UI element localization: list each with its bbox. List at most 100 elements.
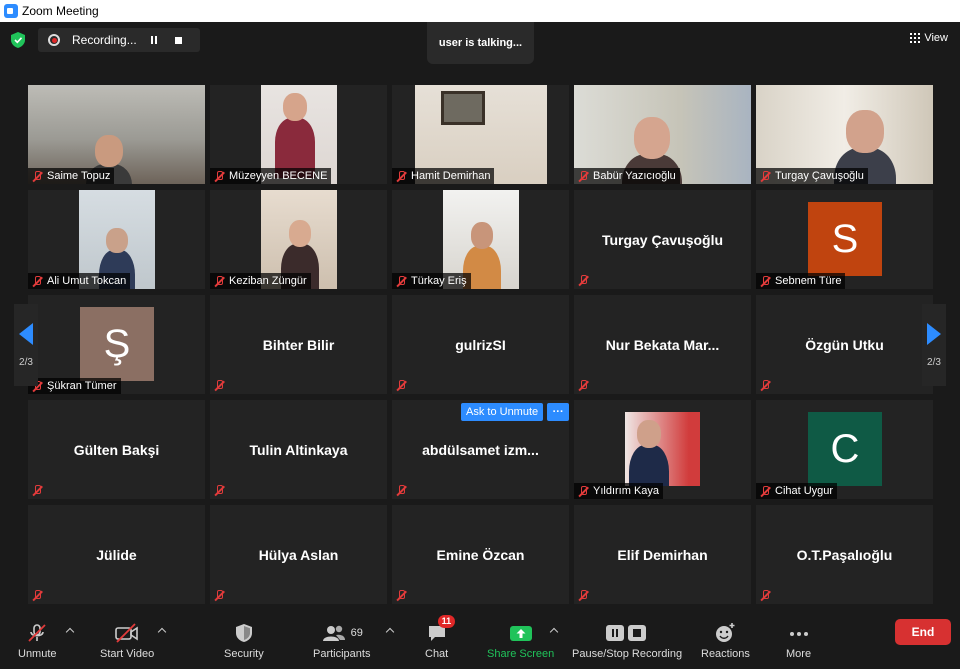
muted-mic-icon (31, 589, 43, 601)
participant-tile[interactable]: Ş Şükran Tümer (28, 295, 205, 394)
participant-tile[interactable]: S Sebnem Türe (756, 190, 933, 289)
participant-tile[interactable]: Jülide (28, 505, 205, 604)
participant-name-center: Turgay Çavuşoğlu (601, 231, 724, 248)
next-page-button[interactable]: 2/3 (922, 304, 946, 386)
participant-tile[interactable]: Özgün Utku (756, 295, 933, 394)
reactions-icon (716, 623, 735, 642)
view-button[interactable]: View (910, 32, 948, 44)
participant-tile[interactable]: Yıldırım Kaya (574, 400, 751, 499)
participant-name-bar: Yıldırım Kaya (574, 483, 664, 499)
muted-mic-icon (213, 589, 225, 601)
participant-tile[interactable]: Bihter Bilir (210, 295, 387, 394)
participant-tile[interactable]: gulrizSI (392, 295, 569, 394)
participant-name-bar: Ali Umut Tokcan (28, 273, 131, 289)
encryption-shield-icon[interactable] (11, 32, 25, 48)
participant-tile[interactable]: Turgay Çavuşoğlu (756, 85, 933, 184)
participant-tile[interactable]: Gülten Bakşi (28, 400, 205, 499)
participants-options-caret-icon[interactable] (386, 627, 394, 635)
participant-name-center: O.T.Paşalıoğlu (796, 546, 893, 563)
muted-mic-icon (395, 170, 407, 182)
reactions-label: Reactions (701, 648, 750, 660)
participant-name-center: Elif Demirhan (617, 546, 708, 563)
participant-name-bar: Müzeyyen BECENE (210, 168, 332, 184)
participant-name-center: Tulin Altinkaya (249, 441, 348, 458)
participant-tile[interactable]: Babür Yazıcıoğlu (574, 85, 751, 184)
participant-avatar: S (808, 202, 882, 276)
security-button[interactable]: Security (224, 621, 264, 665)
participant-name-center: Emine Özcan (436, 546, 525, 563)
participant-tile[interactable]: Elif Demirhan (574, 505, 751, 604)
tile-more-button[interactable]: ··· (547, 403, 570, 421)
share-options-caret-icon[interactable] (550, 627, 558, 635)
pause-stop-recording-button[interactable]: Pause/Stop Recording (572, 621, 682, 665)
participant-name-bar: Şükran Tümer (28, 378, 121, 394)
muted-mic-icon (577, 485, 589, 497)
muted-mic-icon (759, 485, 771, 497)
participant-tile[interactable]: Turgay Çavuşoğlu (574, 190, 751, 289)
muted-mic-icon (213, 170, 225, 182)
participant-name: Sebnem Türe (775, 275, 842, 287)
muted-mic-icon (577, 379, 589, 391)
security-label: Security (224, 648, 264, 660)
muted-mic-icon (759, 379, 771, 391)
participants-button[interactable]: 69 Participants (313, 621, 370, 665)
share-screen-button[interactable]: Share Screen (487, 621, 554, 665)
reactions-button[interactable]: Reactions (701, 621, 750, 665)
participant-tile[interactable]: Nur Bekata Mar... (574, 295, 751, 394)
active-speaker-notice: user is talking... (427, 22, 534, 64)
muted-mic-icon (395, 589, 407, 601)
stop-recording-icon[interactable] (168, 30, 188, 50)
participant-avatar: C (808, 412, 882, 486)
more-button[interactable]: More (786, 621, 811, 665)
participant-tile[interactable]: C Cihat Uygur (756, 400, 933, 499)
arrow-right-icon (927, 322, 941, 345)
participant-name-bar: Babür Yazıcıoğlu (574, 168, 680, 184)
participant-name: Keziban Züngür (229, 275, 307, 287)
participant-tile[interactable]: Ali Umut Tokcan (28, 190, 205, 289)
participant-tile[interactable]: Hamit Demirhan (392, 85, 569, 184)
participant-name: Turgay Çavuşoğlu (775, 170, 864, 182)
participant-tile[interactable]: Hülya Aslan (210, 505, 387, 604)
participant-tile[interactable]: Türkay Eriş (392, 190, 569, 289)
unmute-label: Unmute (18, 648, 57, 660)
view-label: View (924, 32, 948, 44)
muted-mic-icon (577, 274, 589, 286)
participant-tile[interactable]: Keziban Züngür (210, 190, 387, 289)
microphone-muted-icon (28, 624, 46, 642)
participant-name-bar: Cihat Uygur (756, 483, 838, 499)
muted-mic-icon (577, 170, 589, 182)
pause-recording-icon[interactable] (144, 30, 164, 50)
muted-mic-icon (213, 275, 225, 287)
participant-name: Yıldırım Kaya (593, 485, 660, 497)
participant-name-center: Özgün Utku (805, 336, 884, 353)
participant-name: Saime Topuz (47, 170, 111, 182)
unmute-button[interactable]: Unmute (18, 621, 57, 665)
participant-tile[interactable]: Emine Özcan (392, 505, 569, 604)
participant-tile[interactable]: Müzeyyen BECENE (210, 85, 387, 184)
end-meeting-button[interactable]: End (895, 619, 951, 645)
participant-tile[interactable]: Saime Topuz (28, 85, 205, 184)
participant-name: Cihat Uygur (775, 485, 834, 497)
window-title: Zoom Meeting (22, 4, 99, 18)
pause-stop-recording-label: Pause/Stop Recording (572, 648, 683, 660)
participant-name-bar: Sebnem Türe (756, 273, 846, 289)
zoom-logo-icon (4, 4, 18, 18)
audio-options-caret-icon[interactable] (66, 627, 74, 635)
start-video-button[interactable]: Start Video (100, 621, 154, 665)
ask-to-unmute-button[interactable]: Ask to Unmute (461, 403, 544, 421)
video-options-caret-icon[interactable] (158, 627, 166, 635)
muted-mic-icon (759, 170, 771, 182)
participants-icon (322, 625, 345, 641)
muted-mic-icon (577, 589, 589, 601)
muted-mic-icon (31, 275, 43, 287)
participant-tile[interactable]: O.T.Paşalıoğlu (756, 505, 933, 604)
participant-name: Müzeyyen BECENE (229, 170, 328, 182)
participant-name-center: Gülten Bakşi (73, 441, 160, 458)
muted-mic-icon (213, 484, 225, 496)
meeting-toolbar: Unmute Start Video Security 69 Participa… (0, 613, 960, 669)
chat-button[interactable]: 11 Chat (425, 615, 456, 665)
participant-tile[interactable]: Tulin Altinkaya (210, 400, 387, 499)
previous-page-button[interactable]: 2/3 (14, 304, 38, 386)
participant-name-bar: Turgay Çavuşoğlu (756, 168, 868, 184)
arrow-left-icon (19, 322, 33, 345)
